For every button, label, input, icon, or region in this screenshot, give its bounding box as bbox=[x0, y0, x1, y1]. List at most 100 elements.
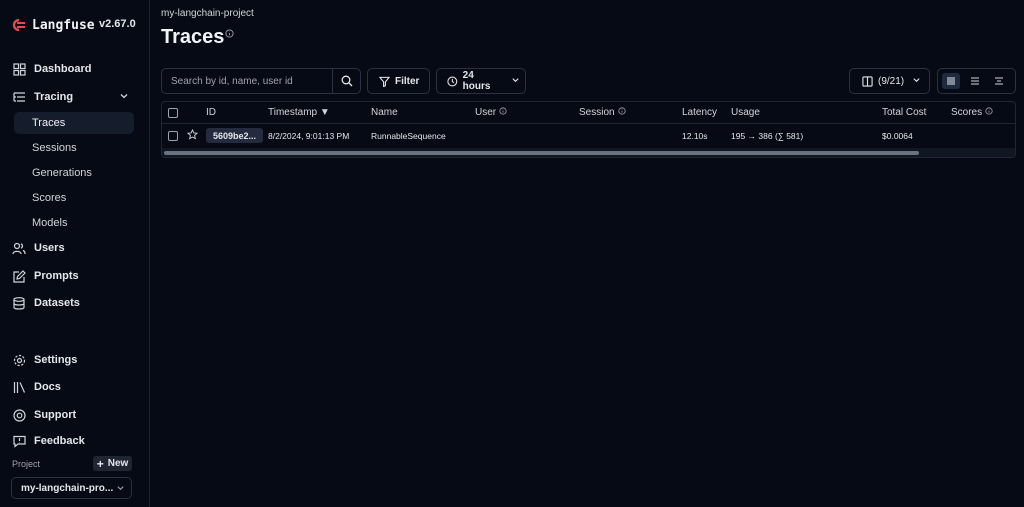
search-button[interactable] bbox=[332, 69, 360, 93]
column-label: Timestamp ▼ bbox=[268, 107, 330, 118]
column-label: Scores bbox=[951, 107, 983, 118]
filter-icon bbox=[379, 76, 390, 87]
row-checkbox[interactable] bbox=[168, 131, 178, 141]
column-header-id[interactable]: ID bbox=[206, 107, 216, 118]
cell-timestamp: 8/2/2024, 9:01:13 PM bbox=[268, 131, 350, 141]
app-name: Langfuse bbox=[32, 17, 95, 33]
sidebar-item-support[interactable]: Support bbox=[8, 404, 136, 426]
project-label: Project bbox=[12, 459, 41, 469]
row-height-large-button[interactable] bbox=[990, 73, 1008, 89]
cell-name: RunnableSequence bbox=[371, 131, 446, 141]
columns-button[interactable]: (9/21) bbox=[849, 68, 930, 94]
app-version: v2.67.0 bbox=[99, 18, 136, 30]
support-icon bbox=[12, 408, 26, 422]
filter-button[interactable]: Filter bbox=[367, 68, 430, 94]
brand[interactable]: Langfuse bbox=[12, 15, 95, 35]
column-header-name[interactable]: Name bbox=[371, 107, 398, 118]
new-project-button[interactable]: + New bbox=[93, 456, 132, 471]
info-icon[interactable] bbox=[617, 107, 626, 118]
langfuse-logo-icon bbox=[12, 18, 26, 32]
sidebar-item-label: Generations bbox=[32, 167, 92, 179]
sidebar-item-label: Scores bbox=[32, 192, 67, 204]
column-header-session[interactable]: Session bbox=[579, 107, 626, 118]
cell-total-cost: $0.0064 bbox=[882, 131, 913, 141]
time-range-select[interactable]: 24 hours bbox=[436, 68, 526, 94]
breadcrumb[interactable]: my-langchain-project bbox=[161, 8, 254, 19]
project-select-value: my-langchain-pro... bbox=[21, 482, 114, 494]
row-height-small-button[interactable] bbox=[942, 73, 960, 89]
sidebar-item-tracing[interactable]: Tracing bbox=[8, 86, 136, 108]
star-icon[interactable] bbox=[186, 128, 199, 143]
sidebar-item-docs[interactable]: Docs bbox=[8, 376, 136, 398]
cell-latency: 12.10s bbox=[682, 131, 708, 141]
sidebar-item-datasets[interactable]: Datasets bbox=[8, 292, 136, 314]
sidebar-item-settings[interactable]: Settings bbox=[8, 349, 136, 371]
sidebar-item-traces[interactable]: Traces bbox=[14, 112, 134, 134]
row-height-medium-button[interactable] bbox=[966, 73, 984, 89]
feedback-icon bbox=[12, 434, 26, 448]
trace-id-badge[interactable]: 5609be2... bbox=[206, 128, 263, 143]
info-icon[interactable] bbox=[225, 27, 234, 41]
sidebar-item-prompts[interactable]: Prompts bbox=[8, 265, 136, 287]
sidebar-item-label: Dashboard bbox=[34, 63, 92, 75]
columns-count: (9/21) bbox=[878, 75, 905, 87]
filter-label: Filter bbox=[395, 75, 420, 87]
column-label: User bbox=[475, 107, 497, 118]
column-label: ID bbox=[206, 107, 216, 118]
list-icon bbox=[971, 77, 979, 85]
column-label: Name bbox=[371, 107, 398, 118]
sidebar-item-dashboard[interactable]: Dashboard bbox=[8, 58, 136, 80]
list-dense-icon bbox=[947, 77, 955, 85]
column-header-timestamp[interactable]: Timestamp ▼ bbox=[268, 107, 330, 118]
time-range-value: 24 hours bbox=[462, 70, 491, 92]
sidebar-item-label: Sessions bbox=[32, 142, 77, 154]
column-header-usage[interactable]: Usage bbox=[731, 107, 760, 118]
list-spacious-icon bbox=[995, 77, 1003, 85]
search-box bbox=[161, 68, 361, 94]
sidebar: Langfuse v2.67.0 Dashboard Tracing Trace… bbox=[0, 0, 150, 507]
new-project-label: New bbox=[107, 458, 129, 469]
sidebar-item-feedback[interactable]: Feedback bbox=[8, 430, 136, 452]
sidebar-item-label: Tracing bbox=[34, 91, 74, 103]
column-label: Total Cost bbox=[882, 107, 927, 118]
sidebar-item-users[interactable]: Users bbox=[8, 237, 136, 259]
datasets-icon bbox=[12, 296, 26, 310]
sidebar-item-label: Prompts bbox=[34, 270, 79, 282]
sidebar-item-scores[interactable]: Scores bbox=[14, 187, 134, 209]
sidebar-item-label: Users bbox=[34, 242, 65, 254]
dashboard-icon bbox=[12, 62, 26, 76]
column-label: Session bbox=[579, 107, 615, 118]
cell-usage: 195 → 386 (∑ 581) bbox=[731, 131, 804, 141]
horizontal-scrollbar[interactable] bbox=[162, 148, 1015, 157]
sidebar-item-label: Support bbox=[34, 409, 77, 421]
column-header-latency[interactable]: Latency bbox=[682, 107, 717, 118]
select-all-checkbox[interactable] bbox=[168, 108, 178, 118]
gear-icon bbox=[12, 353, 26, 367]
table-header: ID Timestamp ▼ Name User Session Latency… bbox=[162, 102, 1015, 124]
chevron-down-icon bbox=[511, 75, 525, 87]
sidebar-item-sessions[interactable]: Sessions bbox=[14, 137, 134, 159]
column-header-user[interactable]: User bbox=[475, 107, 507, 118]
chevron-down-icon bbox=[912, 75, 926, 87]
sidebar-item-label: Models bbox=[32, 217, 68, 229]
columns-icon bbox=[862, 75, 873, 87]
info-icon[interactable] bbox=[985, 107, 993, 118]
sidebar-item-generations[interactable]: Generations bbox=[14, 162, 134, 184]
sidebar-item-label: Datasets bbox=[34, 297, 80, 309]
sidebar-item-models[interactable]: Models bbox=[14, 212, 134, 234]
project-select[interactable]: my-langchain-pro... bbox=[11, 477, 132, 499]
plus-icon: + bbox=[96, 456, 104, 471]
sidebar-item-label: Docs bbox=[34, 381, 61, 393]
column-label: Latency bbox=[682, 107, 718, 118]
sidebar-item-label: Traces bbox=[32, 117, 66, 129]
table-row[interactable]: 5609be2... 8/2/2024, 9:01:13 PM Runnable… bbox=[162, 124, 1015, 147]
chevron-down-icon[interactable] bbox=[118, 90, 132, 104]
scrollbar-thumb[interactable] bbox=[164, 151, 919, 155]
search-input[interactable] bbox=[162, 69, 334, 93]
column-header-total-cost[interactable]: Total Cost bbox=[882, 107, 926, 118]
docs-icon bbox=[12, 380, 26, 394]
chevron-down-icon bbox=[116, 483, 125, 495]
info-icon[interactable] bbox=[499, 107, 507, 118]
sidebar-item-label: Feedback bbox=[34, 435, 85, 447]
column-header-scores[interactable]: Scores bbox=[951, 107, 993, 118]
